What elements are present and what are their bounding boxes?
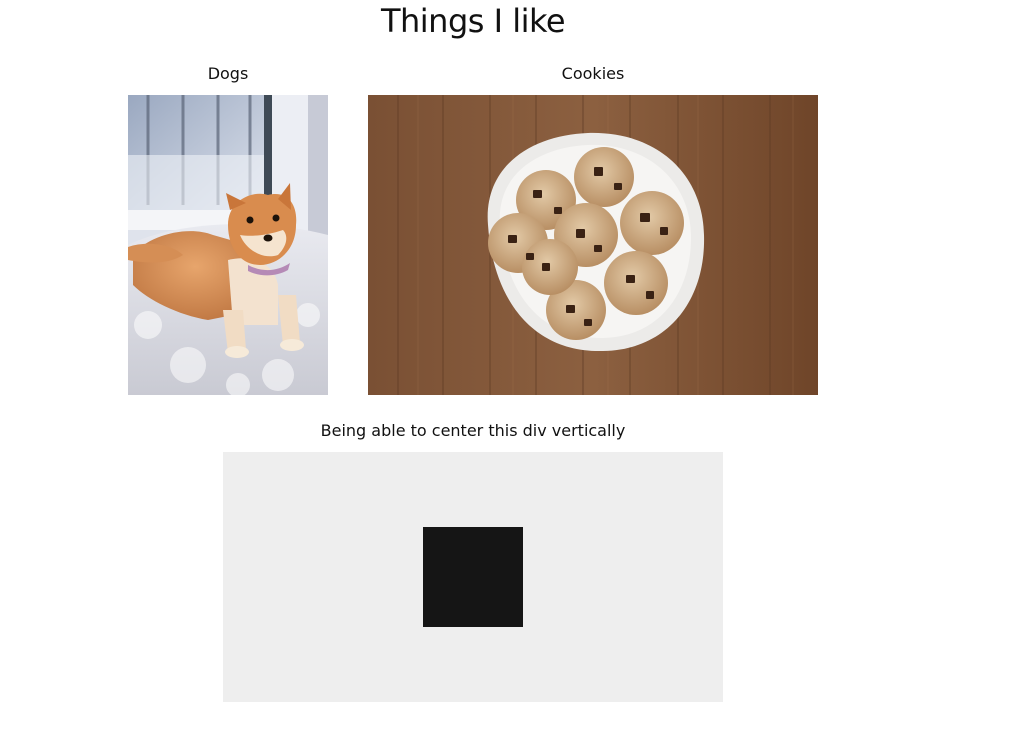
dog-photo xyxy=(128,95,328,395)
cookies-caption: Cookies xyxy=(561,64,625,83)
centering-container xyxy=(223,452,723,702)
centered-square xyxy=(423,527,523,627)
dogs-caption: Dogs xyxy=(207,64,249,83)
centering-caption: Being able to center this div vertically xyxy=(320,421,626,440)
cookies-photo xyxy=(368,95,818,395)
page: Things I like Dogs Cookies Being able to… xyxy=(0,0,1009,735)
page-title: Things I like xyxy=(380,2,566,40)
